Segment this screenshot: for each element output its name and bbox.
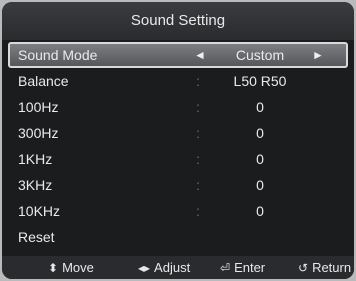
separator: : [196, 177, 200, 193]
return-icon: ↺ [298, 261, 309, 275]
sound-mode-value: Custom [235, 47, 285, 63]
enter-key-icon: ⏎ [220, 261, 231, 275]
menu-item-label: 10KHz [18, 203, 61, 219]
menu-item-balance[interactable]: Balance : L50 R50 [8, 68, 348, 94]
menu-list: Sound Mode ◄ Custom ► Balance : L50 R50 … [8, 40, 348, 250]
up-down-arrows-icon: ⬍ [48, 261, 59, 275]
left-arrow-icon[interactable]: ◄ [194, 44, 206, 66]
menu-item-label: 1KHz [18, 151, 53, 167]
separator: : [196, 203, 200, 219]
menu-item-1khz[interactable]: 1KHz : 0 [8, 146, 348, 172]
window-title: Sound Setting [2, 2, 354, 40]
footer-move-label: Move [62, 260, 94, 275]
menu-item-label: 300Hz [18, 125, 59, 141]
footer-move: ⬍ Move [48, 256, 94, 279]
eq-value: 0 [256, 125, 264, 141]
footer-help-bar: ⬍ Move ◂▸ Adjust ⏎ Enter ↺ Return [2, 256, 354, 279]
footer-return-label: Return [312, 260, 352, 275]
balance-value: L50 R50 [233, 73, 287, 89]
separator: : [196, 151, 200, 167]
left-right-arrows-icon: ◂▸ [138, 261, 151, 275]
menu-item-label: Reset [18, 229, 55, 245]
right-arrow-icon[interactable]: ► [312, 44, 324, 66]
footer-return: ↺ Return [298, 256, 351, 279]
eq-value: 0 [256, 177, 264, 193]
menu-item-sound-mode[interactable]: Sound Mode ◄ Custom ► [8, 42, 348, 68]
eq-value: 0 [256, 151, 264, 167]
menu-item-label: Sound Mode [18, 47, 98, 63]
separator: : [196, 125, 200, 141]
menu-item-100hz[interactable]: 100Hz : 0 [8, 94, 348, 120]
eq-value: 0 [256, 99, 264, 115]
separator: : [196, 73, 200, 89]
eq-value: 0 [256, 203, 264, 219]
menu-item-reset[interactable]: Reset [8, 224, 348, 250]
footer-enter: ⏎ Enter [220, 256, 265, 279]
menu-item-label: Balance [18, 73, 69, 89]
footer-enter-label: Enter [234, 260, 266, 275]
menu-item-label: 100Hz [18, 99, 59, 115]
menu-item-10khz[interactable]: 10KHz : 0 [8, 198, 348, 224]
menu-item-3khz[interactable]: 3KHz : 0 [8, 172, 348, 198]
separator: : [196, 99, 200, 115]
osd-menu-window: Sound Setting Sound Mode ◄ Custom ► Bala… [2, 2, 354, 279]
footer-adjust: ◂▸ Adjust [138, 256, 190, 279]
menu-item-300hz[interactable]: 300Hz : 0 [8, 120, 348, 146]
footer-adjust-label: Adjust [154, 260, 191, 275]
menu-item-label: 3KHz [18, 177, 53, 193]
